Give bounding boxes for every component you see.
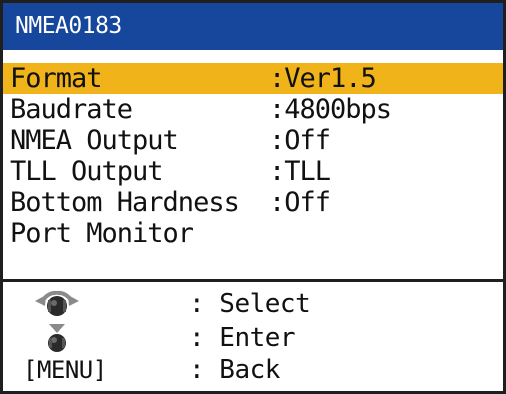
menu-item-port-monitor[interactable]: Port Monitor [3, 218, 503, 249]
rotary-knob-rotate-icon [29, 289, 85, 319]
menu-item-label: Baudrate [10, 94, 133, 125]
menu-item-label: TLL Output [10, 156, 164, 187]
rotary-knob-push-icon [29, 323, 85, 353]
settings-menu: Format :Ver1.5 Baudrate :4800bps NMEA Ou… [3, 63, 503, 249]
nmea-settings-window: NMEA0183 Format :Ver1.5 Baudrate :4800bp… [0, 0, 506, 394]
guide-select-text: : Select [189, 289, 311, 319]
menu-item-label: NMEA Output [10, 125, 179, 156]
menu-item-label: Port Monitor [10, 218, 194, 249]
guide-row-back: [MENU] : Back [3, 353, 503, 387]
menu-item-value: :4800bps [269, 94, 392, 125]
menu-key-label: [MENU] [23, 356, 107, 384]
key-guide: : Select : Enter [MENU] : Back [3, 283, 503, 391]
menu-item-format[interactable]: Format :Ver1.5 [3, 63, 503, 94]
guide-row-select: : Select [3, 287, 503, 321]
menu-item-value: :Ver1.5 [269, 63, 377, 94]
menu-item-value: :Off [269, 187, 331, 218]
menu-item-label: Bottom Hardness [10, 187, 240, 218]
menu-item-bottom-hardness[interactable]: Bottom Hardness :Off [3, 187, 503, 218]
menu-item-baudrate[interactable]: Baudrate :4800bps [3, 94, 503, 125]
menu-item-value: :Off [269, 125, 331, 156]
guide-enter-text: : Enter [189, 323, 296, 353]
menu-item-label: Format [10, 63, 103, 94]
guide-divider [3, 279, 503, 282]
guide-back-text: : Back [189, 355, 280, 385]
menu-item-nmea-output[interactable]: NMEA Output :Off [3, 125, 503, 156]
window-title: NMEA0183 [3, 3, 503, 50]
menu-item-value: :TLL [269, 156, 331, 187]
menu-item-tll-output[interactable]: TLL Output :TLL [3, 156, 503, 187]
guide-row-enter: : Enter [3, 321, 503, 355]
